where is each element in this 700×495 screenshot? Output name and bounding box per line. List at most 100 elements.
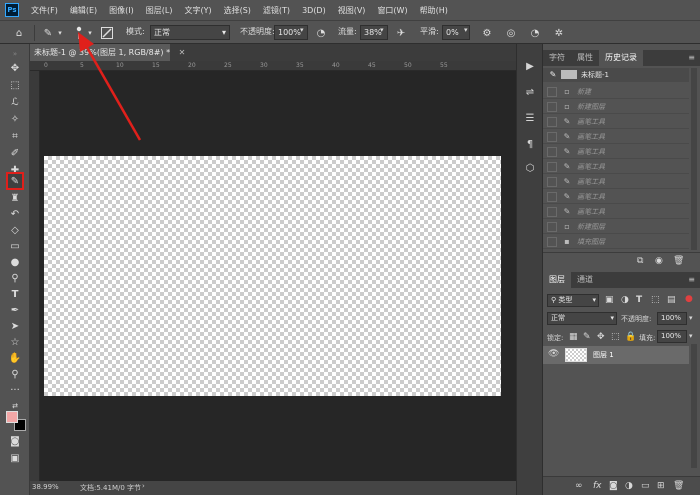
- more-tools-icon[interactable]: ···: [6, 382, 24, 398]
- chevron-down-icon[interactable]: ▾: [300, 26, 304, 34]
- foreground-color-swatch[interactable]: [6, 411, 18, 423]
- brush-tool-preset-icon[interactable]: ✎: [40, 25, 56, 41]
- pressure-size-icon[interactable]: ◔: [528, 25, 542, 41]
- screen-mode-icon[interactable]: ▣: [6, 450, 24, 466]
- history-item[interactable]: ▫ 新建: [543, 85, 689, 99]
- eyedropper-tool-icon[interactable]: ✐: [6, 145, 24, 161]
- history-item[interactable]: ▪ 填充图层: [543, 235, 689, 249]
- tab-character[interactable]: 字符: [543, 50, 571, 66]
- history-snapshot-row[interactable]: ✎ 未标题-1: [543, 68, 689, 82]
- lock-artboard-icon[interactable]: ⬚: [611, 332, 620, 342]
- pressure-opacity-icon[interactable]: ◔: [314, 25, 328, 41]
- layer-mask-icon[interactable]: ◙: [609, 481, 618, 491]
- camera-snapshot-icon[interactable]: ◉: [655, 256, 663, 266]
- layer-opacity-field[interactable]: 100%: [657, 312, 687, 325]
- paragraph-icon[interactable]: ☰: [522, 110, 538, 126]
- adjustment-layer-icon[interactable]: ◑: [625, 481, 633, 491]
- menu-view[interactable]: 视图(V): [332, 5, 372, 16]
- layer-name[interactable]: 图层 1: [593, 350, 614, 360]
- path-selection-tool-icon[interactable]: ➤: [6, 318, 24, 334]
- layers-scrollbar[interactable]: [691, 344, 697, 468]
- symmetry-icon[interactable]: ✲: [552, 25, 566, 41]
- history-item[interactable]: ✎ 画笔工具: [543, 145, 689, 159]
- quick-mask-icon[interactable]: ◙: [6, 433, 24, 449]
- menu-layer[interactable]: 图层(L): [140, 5, 179, 16]
- menu-file[interactable]: 文件(F): [25, 5, 64, 16]
- history-item[interactable]: ✎ 画笔工具: [543, 205, 689, 219]
- history-item[interactable]: ✎ 画笔工具: [543, 190, 689, 204]
- chevron-right-icon[interactable]: ›: [142, 482, 145, 490]
- layer-filter-select[interactable]: ⚲ 类型 ▾: [547, 294, 599, 307]
- smart-object-filter-icon[interactable]: ▤: [667, 295, 676, 305]
- filter-toggle-icon[interactable]: ●: [685, 294, 693, 304]
- chevron-down-icon[interactable]: ▾: [464, 26, 468, 34]
- chevron-down-icon[interactable]: ▾: [689, 332, 693, 340]
- history-check[interactable]: [547, 221, 557, 232]
- menu-type[interactable]: 文字(Y): [178, 5, 217, 16]
- pixel-filter-icon[interactable]: ▣: [605, 295, 614, 305]
- brush-tool-icon[interactable]: ✎: [6, 172, 24, 190]
- history-scrollbar[interactable]: [691, 68, 697, 250]
- eye-visibility-icon[interactable]: 👁: [548, 349, 559, 359]
- transparent-document-canvas[interactable]: [44, 156, 501, 396]
- 3d-cube-icon[interactable]: ⬡: [522, 160, 538, 176]
- adjustments-icon[interactable]: ⇌: [522, 84, 538, 100]
- history-check[interactable]: [547, 86, 557, 97]
- menu-filter[interactable]: 滤镜(T): [257, 5, 296, 16]
- adjustment-filter-icon[interactable]: ◑: [621, 295, 629, 305]
- marquee-tool-icon[interactable]: ⬚: [6, 77, 24, 93]
- menu-select[interactable]: 选择(S): [218, 5, 257, 16]
- tab-layers[interactable]: 图层: [543, 272, 571, 288]
- menu-edit[interactable]: 编辑(E): [64, 5, 103, 16]
- panel-menu-icon[interactable]: ≡: [682, 272, 700, 288]
- history-item[interactable]: ✎ 画笔工具: [543, 175, 689, 189]
- magic-wand-tool-icon[interactable]: ✧: [6, 111, 24, 127]
- menu-image[interactable]: 图像(I): [103, 5, 140, 16]
- history-item[interactable]: ▫ 新建图层: [543, 220, 689, 234]
- history-check[interactable]: [547, 116, 557, 127]
- panel-menu-icon[interactable]: ≡: [682, 50, 700, 66]
- chevron-down-icon[interactable]: ▾: [689, 314, 693, 322]
- new-layer-icon[interactable]: ⊞: [657, 481, 665, 491]
- close-icon[interactable]: ✕: [179, 48, 186, 57]
- pen-tool-icon[interactable]: ✒: [6, 302, 24, 318]
- history-check[interactable]: [547, 131, 557, 142]
- history-item[interactable]: ✎ 画笔工具: [543, 115, 689, 129]
- brush-angle-icon[interactable]: ◎: [504, 25, 518, 41]
- blur-tool-icon[interactable]: ●: [6, 254, 24, 270]
- history-item[interactable]: ✎ 画笔工具: [543, 160, 689, 174]
- history-check[interactable]: [547, 176, 557, 187]
- history-brush-tool-icon[interactable]: ↶: [6, 206, 24, 222]
- menu-3d[interactable]: 3D(D): [296, 6, 332, 15]
- new-document-from-state-icon[interactable]: ⧉: [637, 256, 643, 266]
- zoom-tool-icon[interactable]: ⚲: [6, 366, 24, 382]
- gradient-tool-icon[interactable]: ▭: [6, 238, 24, 254]
- lock-all-icon[interactable]: 🔒: [625, 332, 636, 342]
- chevron-down-icon[interactable]: ▾: [380, 26, 384, 34]
- home-icon[interactable]: ⌂: [10, 25, 28, 41]
- history-check[interactable]: [547, 161, 557, 172]
- paragraph-marker-icon[interactable]: ¶: [522, 136, 538, 152]
- link-layers-icon[interactable]: ∞: [575, 481, 583, 491]
- type-tool-icon[interactable]: T: [6, 286, 24, 302]
- shape-filter-icon[interactable]: ⬚: [651, 295, 660, 305]
- history-check[interactable]: [547, 191, 557, 202]
- gear-icon[interactable]: ⚙: [480, 25, 494, 41]
- shape-tool-icon[interactable]: ☆: [6, 334, 24, 350]
- dodge-tool-icon[interactable]: ⚲: [6, 270, 24, 286]
- trash-icon[interactable]: 🗑: [673, 481, 684, 491]
- history-check[interactable]: [547, 101, 557, 112]
- menu-help[interactable]: 帮助(H): [414, 5, 454, 16]
- history-check[interactable]: [547, 206, 557, 217]
- crop-tool-icon[interactable]: ⌗: [6, 128, 24, 144]
- history-check[interactable]: [547, 236, 557, 247]
- move-tool-icon[interactable]: ✥: [6, 60, 24, 76]
- history-check[interactable]: [547, 146, 557, 157]
- menu-window[interactable]: 窗口(W): [371, 5, 413, 16]
- layer-style-icon[interactable]: fx: [593, 481, 602, 491]
- tab-channels[interactable]: 通道: [571, 272, 599, 288]
- tab-properties[interactable]: 属性: [571, 50, 599, 66]
- layer-row[interactable]: 👁 图层 1: [543, 346, 689, 364]
- tab-history[interactable]: 历史记录: [599, 50, 643, 66]
- fill-field[interactable]: 100%: [657, 330, 687, 343]
